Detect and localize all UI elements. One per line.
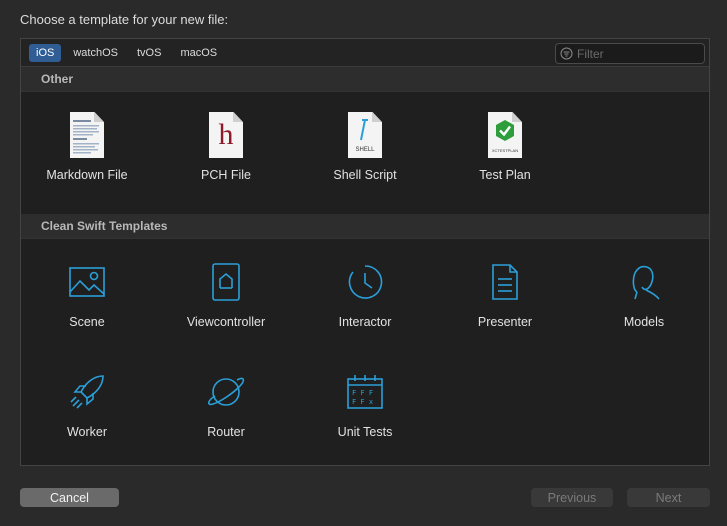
interactor-icon [348,265,383,299]
template-chooser-window: Choose a template for your new file: iOS… [0,0,727,526]
template-label: Interactor [338,315,392,329]
cancel-button[interactable]: Cancel [20,488,119,507]
scene-icon [69,267,105,297]
filter-icon [560,47,573,60]
next-button[interactable]: Next [627,488,710,507]
svg-text:F F F: F F F [352,389,373,397]
markdown-file-icon [70,112,104,158]
template-label: Worker [66,425,108,439]
previous-button[interactable]: Previous [531,488,613,507]
template-markdown-file[interactable]: Markdown File [27,110,147,182]
template-shell-script[interactable]: SHELL Shell Script [305,110,425,182]
template-label: Markdown File [46,168,128,182]
unit-tests-icon: F F F F F x [347,375,383,409]
section-header-other: Other [21,67,709,92]
template-label: Test Plan [479,168,531,182]
worker-icon [70,375,104,409]
template-label: Viewcontroller [186,315,266,329]
pch-file-icon: h [209,112,243,158]
pch-glyph: h [218,118,234,151]
shell-script-icon: SHELL [348,112,382,158]
template-models[interactable]: Models [584,257,704,329]
template-label: Models [623,315,665,329]
template-presenter[interactable]: Presenter [445,257,565,329]
models-icon [632,265,660,300]
tab-tvos[interactable]: tvOS [130,44,168,62]
template-panel: iOS watchOS tvOS macOS Other [20,38,710,466]
template-label: Router [207,425,245,439]
template-interactor[interactable]: Interactor [305,257,425,329]
platform-bar: iOS watchOS tvOS macOS [21,39,709,67]
testplan-glyph: XCTESTPLAN [491,148,519,153]
template-label: Scene [69,315,105,329]
tab-macos[interactable]: macOS [173,44,224,62]
section-header-clean-swift: Clean Swift Templates [21,214,709,239]
tab-watchos[interactable]: watchOS [66,44,125,62]
template-pch-file[interactable]: h PCH File [166,110,286,182]
template-unit-tests[interactable]: F F F F F x Unit Tests [305,367,425,439]
dialog-title: Choose a template for your new file: [20,12,229,27]
filter-input[interactable] [577,46,697,61]
template-worker[interactable]: Worker [27,367,147,439]
clean-swift-templates-grid: Scene Viewcontroller Interactor Presente… [21,239,709,464]
template-label: Presenter [477,315,533,329]
filter-field[interactable] [555,43,705,64]
viewcontroller-icon [212,263,240,301]
router-icon [207,377,245,406]
dialog-buttons: Cancel Previous Next [20,488,710,508]
svg-text:F F x: F F x [352,398,373,406]
template-scene[interactable]: Scene [27,257,147,329]
template-label: Unit Tests [337,425,393,439]
presenter-icon [492,264,518,300]
shell-glyph: SHELL [355,147,375,153]
template-router[interactable]: Router [166,367,286,439]
template-label: PCH File [200,168,251,182]
other-templates-grid: Markdown File h PCH File SHELL Shell Scr… [21,92,709,214]
test-plan-icon: XCTESTPLAN [488,112,522,158]
template-label: Shell Script [333,168,397,182]
tab-ios[interactable]: iOS [29,43,62,62]
template-viewcontroller[interactable]: Viewcontroller [166,257,286,329]
template-test-plan[interactable]: XCTESTPLAN Test Plan [445,110,565,182]
